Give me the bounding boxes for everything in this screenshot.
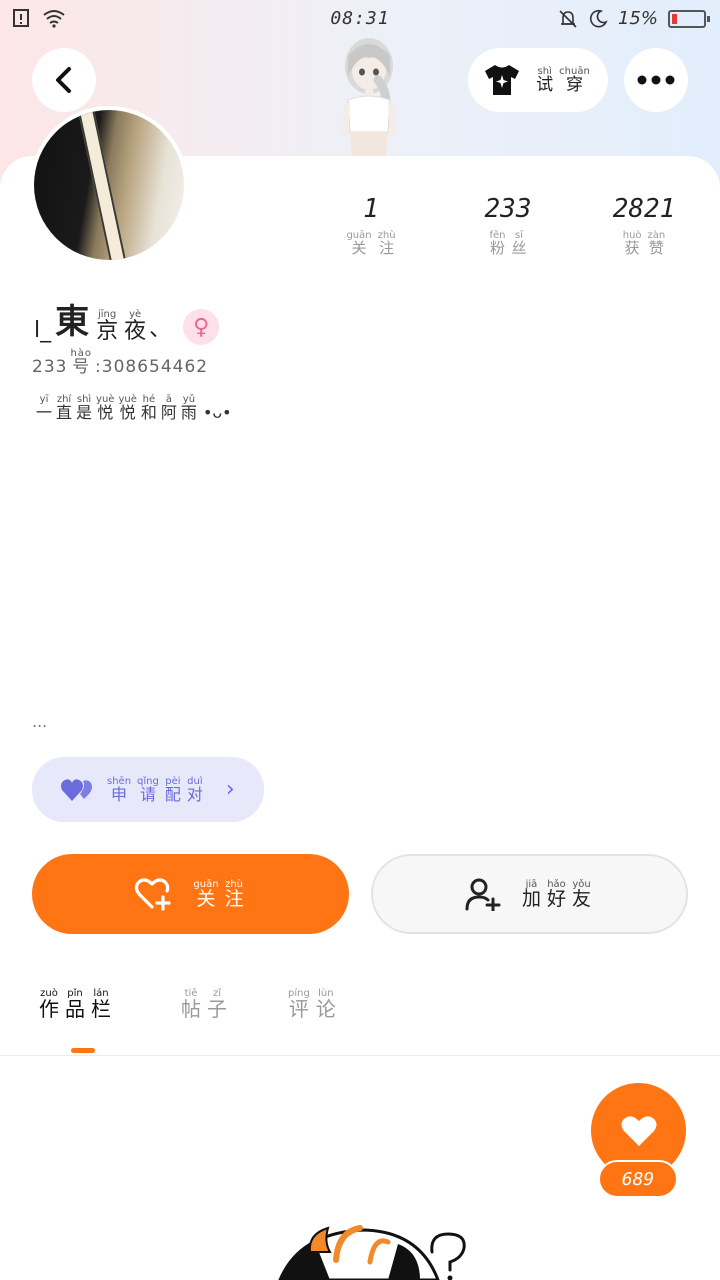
follow-label: guān 关 zhù 注 — [193, 878, 244, 910]
mute-bell-icon — [559, 9, 577, 28]
mascot-illustration — [278, 1225, 466, 1280]
tab-posts[interactable]: tiě 帖 zǐ 子 — [178, 988, 230, 1020]
tab-active-indicator — [71, 1048, 95, 1053]
bio: yī 一 zhí 直 shì 是 yuè 悦 yuè 悦 hé 和 ā阿 yǔ 雨 •ᴗ• — [36, 394, 232, 422]
follow-button[interactable]: guān 关 zhù 注 — [32, 854, 349, 934]
moon-icon — [589, 9, 608, 27]
status-right: 15% — [558, 8, 710, 29]
username-main: 東 — [55, 302, 90, 342]
chevron-left-icon — [56, 67, 71, 93]
tab-works[interactable]: zuò 作 pǐn 品 lán 栏 — [36, 988, 114, 1020]
try-on-button[interactable]: shì 试 chuān 穿 — [468, 48, 608, 112]
female-gender-icon: ♀ — [183, 309, 220, 345]
like-count: 689 — [598, 1160, 678, 1198]
heart-plus-icon — [135, 878, 172, 911]
bio-emoticon: •ᴗ• — [202, 402, 232, 422]
back-button[interactable] — [32, 48, 96, 112]
try-on-label: shì 试 chuān 穿 — [536, 65, 590, 95]
apply-match-button[interactable]: shēn 申 qǐng 请 pèi 配 duì 对 › — [32, 757, 264, 822]
tab-comments[interactable]: píng 评 lùn 论 — [285, 988, 339, 1020]
avatar-image — [34, 110, 184, 260]
battery-icon — [668, 9, 710, 28]
user-id[interactable]: 233 hào 号 :308654462 — [32, 348, 208, 377]
add-user-icon — [465, 878, 501, 911]
bio-more[interactable]: ... — [32, 712, 47, 731]
add-friend-button[interactable]: jiā 加 hǎo 好 yǒu 友 — [371, 854, 688, 934]
apply-match-label: shēn 申 qǐng 请 pèi 配 duì 对 — [107, 775, 203, 804]
heart-icon — [621, 1115, 656, 1146]
virtual-avatar-figure[interactable] — [334, 36, 404, 158]
username: l_ 東 jīng 京 yè 夜 、 ♀ — [34, 294, 220, 345]
profile-tabs: zuò 作 pǐn 品 lán 栏 tiě 帖 zǐ 子 píng 评 lùn 论 — [0, 988, 720, 1056]
stat-following[interactable]: 1 guān 关 zhù 注 — [311, 194, 431, 257]
more-options-button[interactable] — [624, 48, 688, 112]
username-suffix: 、 — [149, 317, 172, 342]
battery-percent: 15% — [617, 8, 658, 29]
add-friend-label: jiā 加 hǎo 好 yǒu 友 — [521, 878, 592, 910]
status-bar: 08:31 15% — [0, 0, 720, 40]
more-dots-icon — [637, 75, 675, 85]
chevron-right-icon: › — [225, 777, 235, 802]
tshirt-sparkle-icon — [485, 65, 520, 95]
username-prefix: l_ — [34, 318, 52, 343]
stat-likes[interactable]: 2821 huò 获 zàn 赞 — [584, 194, 704, 257]
avatar[interactable] — [30, 106, 188, 264]
stat-fans[interactable]: 233 fěn 粉 sī 丝 — [448, 194, 568, 257]
double-heart-icon — [61, 778, 92, 801]
